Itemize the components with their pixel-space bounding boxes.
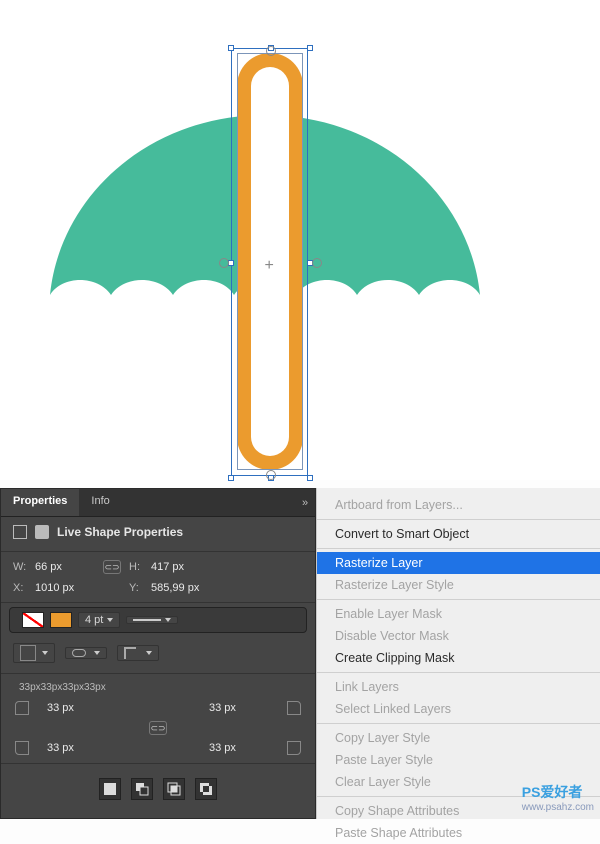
corner-bl-icon <box>15 741 29 755</box>
menu-item[interactable]: Rasterize Layer <box>317 552 600 574</box>
stroke-width-select[interactable]: 4 pt <box>78 612 120 628</box>
menu-item: Paste Shape Attributes <box>317 822 600 844</box>
menu-separator <box>317 599 600 600</box>
pathop-intersect-icon[interactable] <box>163 778 185 800</box>
shape-outline-icon <box>13 525 27 539</box>
link-wh-icon[interactable]: ⊂⊃ <box>103 560 121 574</box>
fill-swatch[interactable] <box>22 612 44 628</box>
watermark: PS爱好者 www.psahz.com <box>522 782 594 813</box>
menu-item: Copy Layer Style <box>317 727 600 749</box>
y-field[interactable]: 585,99 px <box>151 582 211 594</box>
menu-separator <box>317 723 600 724</box>
menu-separator <box>317 672 600 673</box>
menu-item: Rasterize Layer Style <box>317 574 600 596</box>
width-label: W: <box>13 561 27 573</box>
panel-subtitle: Live Shape Properties <box>57 525 183 539</box>
menu-item[interactable]: Create Clipping Mask <box>317 647 600 669</box>
fill-stroke-row: 4 pt <box>9 607 307 633</box>
menu-item: Artboard from Layers... <box>317 494 600 516</box>
menu-separator <box>317 519 600 520</box>
transform-handle[interactable] <box>307 475 313 481</box>
y-label: Y: <box>129 582 143 594</box>
path-anchor-icon[interactable] <box>312 258 322 268</box>
canvas[interactable] <box>0 0 600 480</box>
path-anchor-icon[interactable] <box>266 46 276 56</box>
transform-handle[interactable] <box>228 45 234 51</box>
menu-item: Paste Layer Style <box>317 749 600 771</box>
reference-point-icon[interactable] <box>265 257 277 269</box>
corner-tl-field[interactable]: 33 px <box>47 702 107 714</box>
stroke-swatch[interactable] <box>50 612 72 628</box>
corner-tr-field[interactable]: 33 px <box>209 702 269 714</box>
corner-tr-icon <box>287 701 301 715</box>
stroke-align-select[interactable] <box>13 643 55 663</box>
menu-separator <box>317 548 600 549</box>
path-anchor-icon[interactable] <box>266 470 276 480</box>
menu-item: Select Linked Layers <box>317 698 600 720</box>
pathop-unite-icon[interactable] <box>99 778 121 800</box>
transform-handle[interactable] <box>307 45 313 51</box>
corner-br-icon <box>287 741 301 755</box>
stroke-corners-select[interactable] <box>117 645 159 661</box>
height-field[interactable]: 417 px <box>151 561 211 573</box>
stroke-caps-select[interactable] <box>65 647 107 659</box>
link-corners-icon[interactable]: ⊂⊃ <box>149 721 167 735</box>
context-menu: Artboard from Layers... Convert to Smart … <box>316 488 600 819</box>
path-anchor-icon[interactable] <box>219 258 229 268</box>
corner-tl-icon <box>15 701 29 715</box>
corner-bl-field[interactable]: 33 px <box>47 742 107 754</box>
stroke-style-select[interactable] <box>126 616 178 624</box>
menu-item: Link Layers <box>317 676 600 698</box>
pathop-subtract-icon[interactable] <box>131 778 153 800</box>
x-field[interactable]: 1010 px <box>35 582 95 594</box>
transform-handle[interactable] <box>228 475 234 481</box>
panel-menu-icon[interactable]: » <box>295 489 315 516</box>
corner-br-field[interactable]: 33 px <box>209 742 269 754</box>
menu-item: Disable Vector Mask <box>317 625 600 647</box>
shape-mask-icon <box>35 525 49 539</box>
pathop-exclude-icon[interactable] <box>195 778 217 800</box>
radius-summary: 33px33px33px33px <box>1 678 315 697</box>
width-field[interactable]: 66 px <box>35 561 95 573</box>
properties-panel: Properties Info » Live Shape Properties … <box>0 488 316 819</box>
tab-info[interactable]: Info <box>79 489 121 516</box>
x-label: X: <box>13 582 27 594</box>
menu-item: Enable Layer Mask <box>317 603 600 625</box>
selected-shape-bounding-box[interactable] <box>231 48 310 478</box>
height-label: H: <box>129 561 143 573</box>
tab-properties[interactable]: Properties <box>1 489 79 516</box>
menu-item[interactable]: Convert to Smart Object <box>317 523 600 545</box>
